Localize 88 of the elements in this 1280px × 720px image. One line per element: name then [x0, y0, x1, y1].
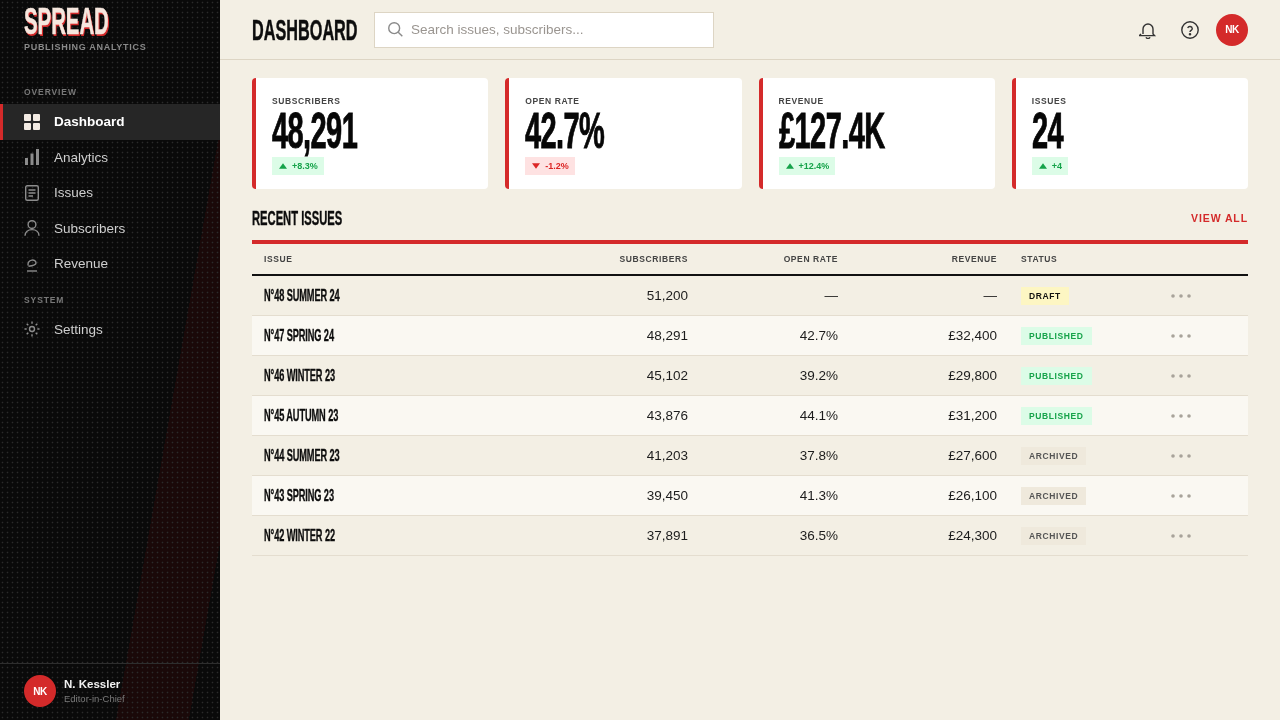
change-value: +4	[1051, 161, 1062, 171]
up-triangle-icon	[1038, 163, 1047, 169]
change-value: -1.2%	[545, 161, 569, 171]
search-field[interactable]: Search issues, subscribers...	[374, 11, 714, 48]
table-cell-text: 44.1%	[798, 408, 839, 423]
issue-name: N°48 SUMMER 24	[264, 286, 341, 305]
status-badge: PUBLISHED	[1021, 366, 1092, 385]
column-header: OPEN RATE	[782, 254, 839, 264]
change-value: +8.3%	[292, 161, 318, 171]
user-name: N. Kessler	[64, 678, 122, 690]
table-cell-text: 37,891	[645, 528, 689, 543]
more-icon[interactable]	[1171, 293, 1191, 298]
table-cell-text: 43,876	[645, 408, 689, 423]
stat-value: 24	[1031, 110, 1063, 152]
more-icon[interactable]	[1171, 413, 1191, 418]
help-icon	[1181, 20, 1199, 39]
table-cell-text: 51,200	[645, 288, 689, 303]
gear-icon	[24, 321, 40, 338]
change-value: +12.4%	[798, 161, 830, 171]
nav-item[interactable]: Issues	[0, 175, 220, 211]
search-icon	[388, 22, 403, 37]
section-heading: OVERVIEW	[24, 87, 77, 98]
stat-label: REVENUE	[778, 96, 824, 107]
issue-name: N°45 AUTUMN 23	[264, 406, 340, 425]
nav-item[interactable]: Revenue	[0, 246, 220, 282]
grid-icon	[24, 113, 40, 130]
document-icon	[24, 184, 40, 201]
column-header: STATUS	[1020, 254, 1059, 264]
table-cell-text: 48,291	[645, 328, 689, 343]
user-avatar: NK	[24, 675, 56, 707]
section-heading: SYSTEM	[24, 294, 65, 306]
status-badge: ARCHIVED	[1021, 446, 1087, 465]
issue-name: N°44 SUMMER 23	[264, 446, 341, 465]
status-badge: PUBLISHED	[1021, 326, 1092, 345]
nav-item[interactable]: Subscribers	[0, 210, 220, 246]
section-title: RECENT ISSUES	[252, 207, 343, 229]
column-header: ISSUE	[263, 254, 294, 264]
down-triangle-icon	[532, 163, 541, 169]
status-badge: ARCHIVED	[1021, 526, 1087, 545]
table-cell-text: 41,203	[645, 448, 689, 463]
table-cell-text: 39,450	[645, 488, 689, 503]
user-avatar[interactable]: NK	[1216, 13, 1248, 46]
table-cell-text: 36.5%	[798, 528, 839, 543]
view-all-link[interactable]: VIEW ALL	[1191, 212, 1248, 224]
issue-name: N°43 SPRING 23	[264, 486, 335, 505]
stat-label: SUBSCRIBERS	[272, 96, 341, 107]
more-icon[interactable]	[1171, 453, 1191, 458]
table-cell-text: £32,400	[947, 328, 998, 343]
table-cell-text: £31,200	[947, 408, 998, 423]
table-cell-text: —	[823, 288, 839, 303]
issue-name: N°46 WINTER 23	[264, 366, 336, 385]
nav-item[interactable]: Analytics	[0, 139, 220, 175]
bell-icon	[1139, 20, 1157, 39]
table-cell-text: 37.8%	[798, 448, 839, 463]
person-icon	[24, 220, 40, 237]
column-header: SUBSCRIBERS	[618, 254, 689, 264]
table-cell-text: 41.3%	[798, 488, 839, 503]
nav-item[interactable]: Dashboard	[0, 104, 220, 140]
table-cell-text: £29,800	[947, 368, 998, 383]
status-badge: PUBLISHED	[1021, 406, 1092, 425]
more-icon[interactable]	[1171, 493, 1191, 498]
more-icon[interactable]	[1171, 373, 1191, 378]
page-title: DASHBOARD	[252, 14, 358, 45]
issue-name: N°47 SPRING 24	[264, 326, 335, 345]
more-icon[interactable]	[1171, 533, 1191, 538]
bar-chart-icon	[24, 149, 40, 166]
tagline: PUBLISHING ANALYTICS	[24, 42, 147, 53]
status-badge: ARCHIVED	[1021, 486, 1087, 505]
table-cell-text: 45,102	[645, 368, 689, 383]
issue-name: N°42 WINTER 22	[264, 526, 336, 545]
user-role: Editor-in-Chief	[64, 693, 125, 704]
table-cell-text: —	[982, 288, 998, 303]
up-triangle-icon	[279, 163, 287, 169]
table-cell-text: £27,600	[947, 448, 998, 463]
table-cell-text: £26,100	[947, 488, 998, 503]
stat-label: OPEN RATE	[525, 96, 580, 107]
table-cell-text: 42.7%	[798, 328, 839, 343]
nav-item[interactable]: Settings	[0, 311, 220, 347]
stat-value: £127.4K	[778, 110, 885, 152]
table-cell-text: 39.2%	[798, 368, 839, 383]
stat-label: ISSUES	[1031, 96, 1067, 107]
table-cell-text: £24,300	[947, 528, 998, 543]
column-header: REVENUE	[950, 254, 998, 264]
status-badge: DRAFT	[1021, 286, 1069, 305]
logo: SPREAD	[24, 5, 109, 39]
stat-value: 42.7%	[525, 110, 605, 152]
more-icon[interactable]	[1171, 333, 1191, 338]
up-triangle-icon	[785, 163, 794, 169]
